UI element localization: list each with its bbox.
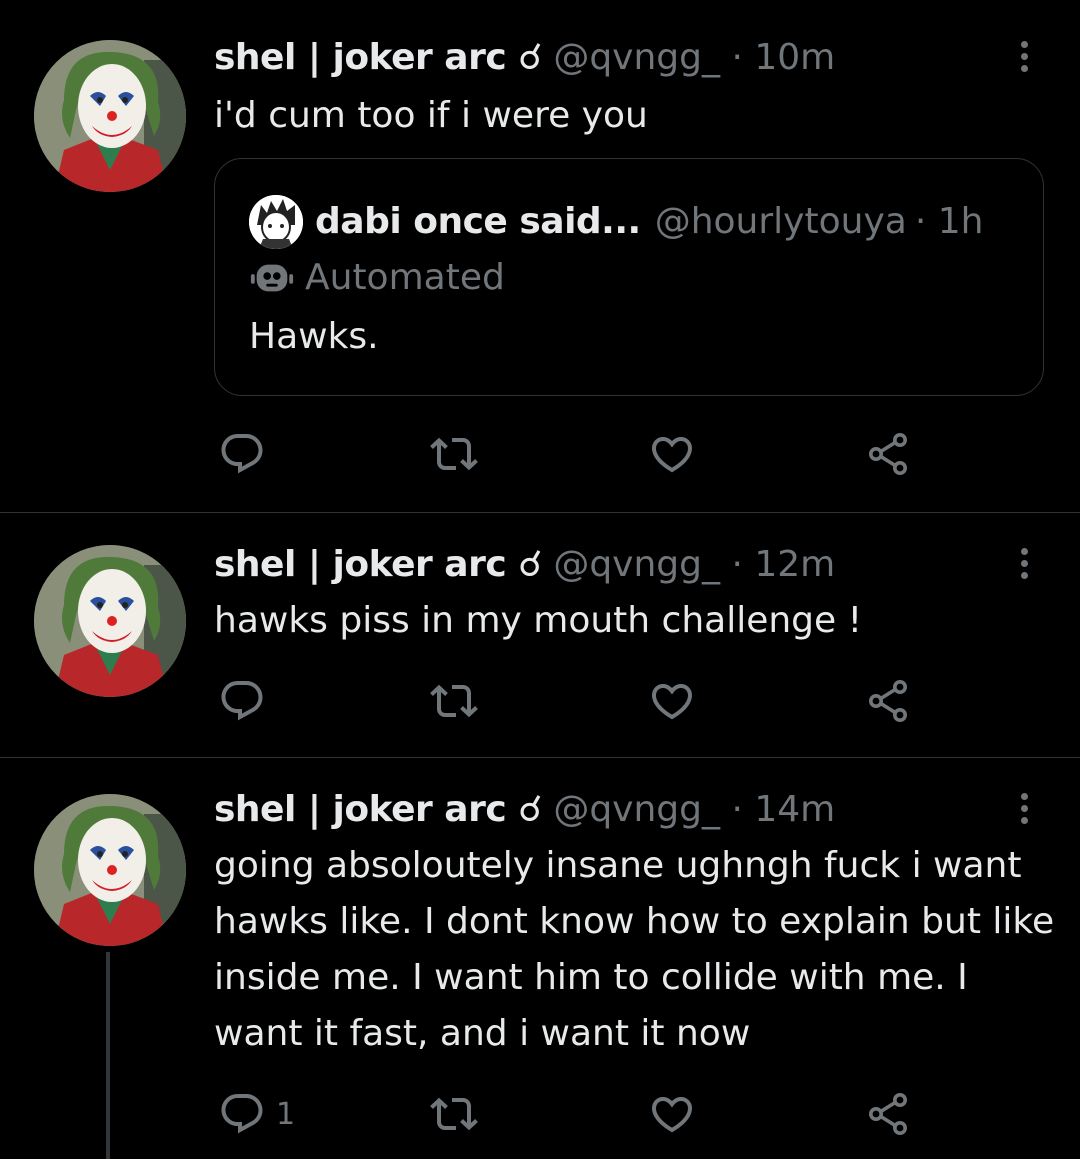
tweet[interactable]: shel | joker arc ☌ @qvngg_ · 12m hawks p… bbox=[0, 513, 1080, 757]
quoted-header: dabi once said... @hourlytouya · 1h bbox=[249, 195, 983, 249]
avatar[interactable] bbox=[34, 40, 186, 192]
tweet-actions bbox=[214, 430, 934, 478]
reply-icon bbox=[218, 1090, 266, 1138]
like-button[interactable] bbox=[648, 430, 696, 478]
timestamp[interactable]: · 12m bbox=[731, 544, 835, 585]
share-icon bbox=[864, 430, 912, 478]
retweet-button[interactable] bbox=[430, 1090, 478, 1138]
more-options-icon[interactable] bbox=[1004, 786, 1044, 830]
tweet[interactable]: shel | joker arc ☌ @qvngg_ · 10m i'd cum… bbox=[0, 0, 1080, 512]
share-button[interactable] bbox=[864, 677, 912, 725]
quoted-display-name: dabi once said... bbox=[315, 201, 641, 242]
reply-button[interactable]: 1 bbox=[218, 1090, 295, 1138]
retweet-icon bbox=[430, 1090, 478, 1138]
avatar-image bbox=[34, 794, 186, 946]
reply-button[interactable] bbox=[218, 677, 276, 725]
reply-button[interactable] bbox=[218, 430, 276, 478]
user-handle[interactable]: @qvngg_ bbox=[553, 789, 720, 830]
tweet-text: i'd cum too if i were you bbox=[214, 95, 648, 136]
tweet-actions bbox=[214, 677, 934, 725]
display-name[interactable]: shel | joker arc ☌ bbox=[214, 789, 542, 830]
avatar-image bbox=[34, 545, 186, 697]
quoted-handle: @hourlytouya bbox=[654, 201, 907, 242]
reply-count: 1 bbox=[276, 1096, 296, 1132]
more-options-icon[interactable] bbox=[1004, 34, 1044, 78]
thread-line bbox=[106, 952, 110, 1159]
share-button[interactable] bbox=[864, 430, 912, 478]
like-icon bbox=[648, 1090, 696, 1138]
retweet-icon bbox=[430, 677, 478, 725]
tweet-header: shel | joker arc ☌ @qvngg_ · 12m bbox=[214, 543, 835, 587]
automated-text: Automated bbox=[305, 257, 505, 298]
more-options-icon[interactable] bbox=[1004, 541, 1044, 585]
quoted-tweet[interactable]: dabi once said... @hourlytouya · 1h Auto… bbox=[214, 158, 1044, 396]
user-handle[interactable]: @qvngg_ bbox=[553, 544, 720, 585]
share-icon bbox=[864, 1090, 912, 1138]
automated-label: Automated bbox=[249, 255, 505, 301]
tweet[interactable]: shel | joker arc ☌ @qvngg_ · 14m going a… bbox=[0, 758, 1080, 1159]
quoted-text: Hawks. bbox=[249, 316, 379, 357]
share-icon bbox=[864, 677, 912, 725]
tweet-text: hawks piss in my mouth challenge ! bbox=[214, 600, 863, 641]
display-name[interactable]: shel | joker arc ☌ bbox=[214, 37, 542, 78]
tweet-text: going absoloutely insane ughngh fuck i w… bbox=[214, 845, 1055, 1054]
like-icon bbox=[648, 430, 696, 478]
avatar[interactable] bbox=[34, 794, 186, 946]
retweet-icon bbox=[430, 430, 478, 478]
quoted-avatar bbox=[249, 195, 303, 249]
like-icon bbox=[648, 677, 696, 725]
display-name[interactable]: shel | joker arc ☌ bbox=[214, 544, 542, 585]
bot-icon bbox=[249, 255, 295, 301]
tweet-actions: 1 bbox=[214, 1090, 934, 1138]
user-handle[interactable]: @qvngg_ bbox=[553, 37, 720, 78]
retweet-button[interactable] bbox=[430, 430, 478, 478]
share-button[interactable] bbox=[864, 1090, 912, 1138]
avatar-image bbox=[34, 40, 186, 192]
timestamp[interactable]: · 14m bbox=[731, 789, 835, 830]
reply-icon bbox=[218, 677, 266, 725]
like-button[interactable] bbox=[648, 1090, 696, 1138]
tweet-header: shel | joker arc ☌ @qvngg_ · 14m bbox=[214, 788, 835, 832]
tweet-header: shel | joker arc ☌ @qvngg_ · 10m bbox=[214, 36, 835, 80]
quoted-timestamp: · 1h bbox=[914, 201, 984, 242]
like-button[interactable] bbox=[648, 677, 696, 725]
reply-icon bbox=[218, 430, 266, 478]
timestamp[interactable]: · 10m bbox=[731, 37, 835, 78]
retweet-button[interactable] bbox=[430, 677, 478, 725]
avatar[interactable] bbox=[34, 545, 186, 697]
